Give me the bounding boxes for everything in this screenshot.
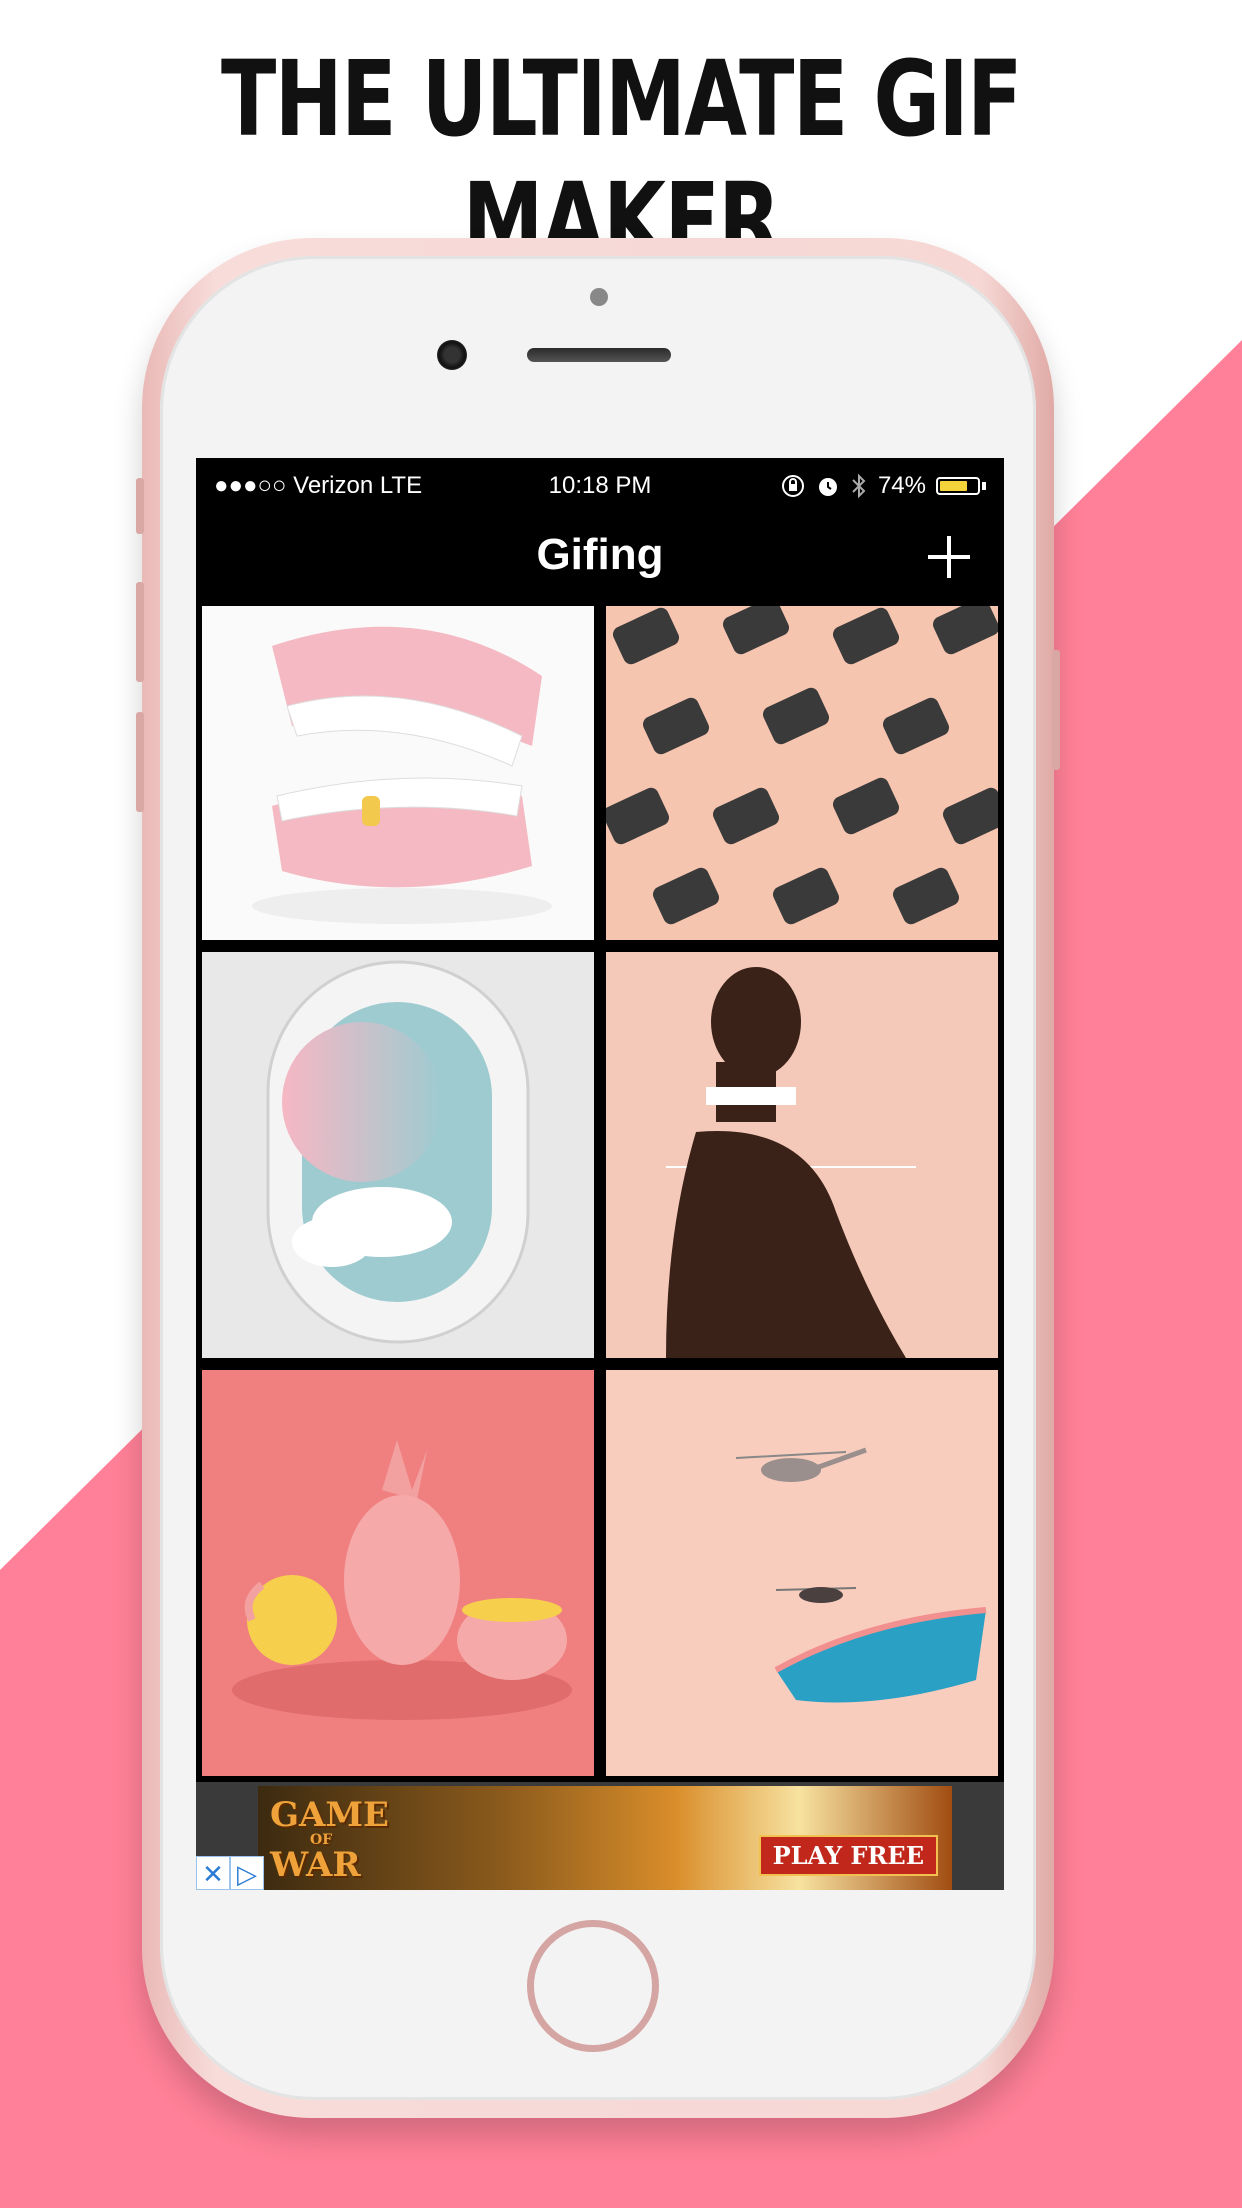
pineapple-image bbox=[232, 1440, 572, 1720]
ad-title: GAME OF WAR bbox=[270, 1796, 389, 1884]
gif-tile-man-profile[interactable] bbox=[600, 946, 1004, 1364]
mute-switch bbox=[136, 478, 144, 534]
earpiece-speaker bbox=[527, 348, 671, 362]
airplane-window-image bbox=[266, 960, 530, 1344]
gif-tile-airplane-window[interactable] bbox=[196, 946, 600, 1364]
proximity-sensor bbox=[590, 288, 608, 306]
battery-level bbox=[940, 481, 967, 491]
gif-tile-teeth[interactable] bbox=[196, 600, 600, 946]
ad-title-line3: WAR bbox=[270, 1845, 361, 1885]
status-icons: 74% bbox=[780, 472, 986, 500]
status-bar: ●●●○○ Verizon LTE 10:18 PM 74% bbox=[196, 458, 1004, 516]
volume-up-button bbox=[136, 582, 144, 682]
front-camera bbox=[437, 340, 467, 370]
man-profile-image bbox=[666, 967, 916, 1358]
power-button bbox=[1052, 650, 1060, 770]
gif-grid bbox=[196, 600, 1004, 1782]
ad-creative[interactable]: GAME OF WAR PLAY FREE bbox=[258, 1786, 952, 1890]
ad-play-free-button[interactable]: PLAY FREE bbox=[758, 1835, 938, 1876]
ad-choices: ✕ ▷ bbox=[196, 1856, 264, 1890]
app-screen: ●●●○○ Verizon LTE 10:18 PM 74% Gifing GA… bbox=[196, 458, 1004, 1890]
add-gif-button[interactable] bbox=[922, 530, 976, 584]
bluetooth-icon bbox=[852, 473, 866, 499]
ad-close-icon[interactable]: ✕ bbox=[196, 1856, 230, 1890]
rotation-lock-icon bbox=[781, 475, 804, 497]
alarm-icon bbox=[818, 478, 837, 496]
home-button[interactable] bbox=[527, 1920, 659, 2052]
page-title: Gifing bbox=[536, 530, 664, 579]
adchoices-icon[interactable]: ▷ bbox=[230, 1856, 264, 1890]
battery-cap bbox=[982, 482, 986, 490]
volume-down-button bbox=[136, 712, 144, 812]
teeth-image bbox=[252, 626, 552, 924]
gif-tile-chairs[interactable] bbox=[600, 600, 1004, 946]
gif-tile-pineapple[interactable] bbox=[196, 1364, 600, 1782]
gif-tile-helicopter-pool[interactable] bbox=[600, 1364, 1004, 1782]
helicopter-pool-image bbox=[735, 1447, 987, 1703]
chairs-pattern-image bbox=[606, 606, 998, 925]
ad-title-line1: GAME bbox=[270, 1795, 389, 1835]
battery-icon bbox=[936, 477, 980, 495]
ad-banner[interactable]: GAME OF WAR PLAY FREE ✕ ▷ bbox=[196, 1782, 1004, 1890]
nav-bar: Gifing bbox=[196, 516, 1004, 600]
battery-percent: 74% bbox=[877, 472, 926, 499]
